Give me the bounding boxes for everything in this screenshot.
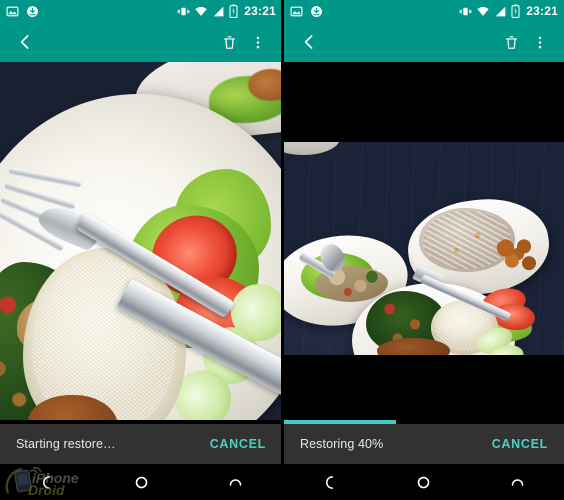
battery-charging-icon [511,4,520,18]
dual-screenshot: 23:21 Starting restore… CANCEL iPhone Dr… [0,0,564,500]
nav-back-button[interactable] [313,464,349,500]
fork-handle [75,211,236,319]
delete-icon[interactable] [497,34,526,51]
signal-icon [494,5,507,18]
delete-icon[interactable] [215,34,244,51]
back-arrow-icon[interactable] [10,33,40,51]
nav-home-button[interactable] [406,464,442,500]
status-bar-system-icons: 23:21 [459,4,558,18]
vibrate-icon [177,5,190,18]
battery-charging-icon [229,4,238,18]
phone-screen-right: 23:21 Restoring 40% CANCEL [282,0,564,500]
nav-back-button[interactable] [29,464,65,500]
status-bar-system-icons: 23:21 [177,4,276,18]
snackbar: Restoring 40% CANCEL [284,424,564,464]
wifi-icon [476,5,490,18]
app-bar [284,22,564,62]
status-bar-clock: 23:21 [244,4,276,18]
panel-divider [281,0,283,500]
fork-tine [8,167,82,188]
status-bar: 23:21 [284,0,564,22]
snackbar-cancel-button[interactable]: CANCEL [492,437,548,451]
status-bar-notifications [6,5,39,18]
fried-nuts [492,235,544,277]
phone-screen-left: 23:21 Starting restore… CANCEL iPhone Dr… [0,0,282,500]
wifi-icon [194,5,208,18]
vibrate-icon [459,5,472,18]
food-photo-closeup[interactable] [0,62,282,420]
status-bar-clock: 23:21 [526,4,558,18]
snackbar-message: Starting restore… [16,437,116,451]
gallery-icon [6,5,19,18]
food-photo-wide[interactable] [284,142,564,355]
snackbar-cancel-button[interactable]: CANCEL [210,437,266,451]
nav-recents-button[interactable] [499,464,535,500]
nav-recents-button[interactable] [217,464,253,500]
signal-icon [212,5,225,18]
overflow-menu-icon[interactable] [526,34,554,51]
nav-home-button[interactable] [123,464,159,500]
overflow-menu-icon[interactable] [244,34,272,51]
gallery-icon [290,5,303,18]
back-arrow-icon[interactable] [294,33,324,51]
download-icon [26,5,39,18]
status-bar-notifications [290,5,323,18]
app-bar [0,22,282,62]
snackbar-message: Restoring 40% [300,437,384,451]
download-icon [310,5,323,18]
navigation-bar [284,464,564,500]
navigation-bar [0,464,282,500]
snackbar: Starting restore… CANCEL [0,424,282,464]
status-bar: 23:21 [0,0,282,22]
